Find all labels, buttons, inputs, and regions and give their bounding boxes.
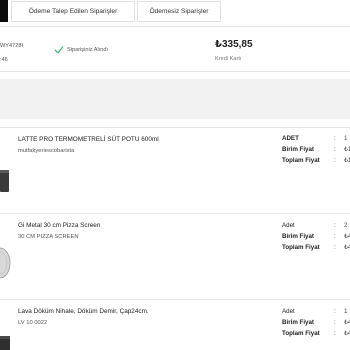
total-price-label: Toplam Fiyat [282, 330, 320, 337]
unit-price-label: Birim Fiyat [282, 319, 314, 326]
unit-price-value: ₺4 [344, 233, 350, 240]
qty-value: 2 [344, 222, 348, 229]
unit-price-label: Birim Fiyat [282, 233, 314, 240]
order-status-text: Siparişiniz Alındı [67, 47, 109, 53]
payment-method: Kredi Kartı [215, 56, 242, 62]
product-name[interactable]: LATTE PRO TERMOMETRELİ SÜT POTU 600ml [18, 136, 159, 143]
product-variant: 30 CM PIZZA SCREEN [18, 234, 79, 240]
total-price-value: ₺4 [344, 330, 350, 337]
order-item: Gi Metal 30 cm Pizza Screen 30 CM PIZZA … [0, 213, 350, 299]
order-tabs: Ödeme Talep Edilen Siparişler Ödemesiz S… [0, 0, 350, 26]
total-price-value: ₺1 [344, 157, 350, 164]
colon: : [334, 319, 336, 326]
tab-payment-requested-orders[interactable]: Ödeme Talep Edilen Siparişler [11, 1, 135, 22]
colon: : [334, 157, 336, 164]
qty-value: 1 [344, 308, 348, 315]
total-price-value: ₺4 [344, 244, 350, 251]
active-tab-stub[interactable] [0, 0, 8, 22]
product-variant: LV 10 0022 [18, 320, 48, 326]
colon: : [334, 135, 336, 142]
unit-price-value: ₺1 [344, 146, 350, 153]
tab-unpaid-label: Ödemesiz Siparişler [149, 8, 209, 15]
product-thumbnail[interactable] [0, 232, 12, 282]
product-thumbnail[interactable] [0, 148, 12, 194]
total-price-label: Toplam Fiyat [282, 244, 320, 251]
colon: : [334, 244, 336, 251]
order-amount: ₺335,85 [215, 39, 253, 50]
colon: : [334, 146, 336, 153]
product-variant: mutfakyeriescobarista [18, 148, 75, 154]
order-item: LATTE PRO TERMOMETRELİ SÜT POTU 600ml mu… [0, 127, 350, 213]
product-name[interactable]: Lava Döküm Nihale, Döküm Demir, Çap24cm. [18, 308, 149, 315]
tab-payment-requested-label: Ödeme Talep Edilen Siparişler [28, 8, 118, 15]
order-number: WY4728I [0, 43, 24, 49]
qty-label: ADET [282, 135, 299, 142]
qty-label: Adet [282, 222, 295, 229]
colon: : [334, 222, 336, 229]
product-name[interactable]: Gi Metal 30 cm Pizza Screen [18, 222, 100, 229]
colon: : [334, 308, 336, 315]
check-icon [54, 46, 64, 54]
order-item: Lava Döküm Nihale, Döküm Demir, Çap24cm.… [0, 299, 350, 350]
colon: : [334, 330, 336, 337]
colon: : [334, 233, 336, 240]
product-thumbnail[interactable] [0, 330, 12, 350]
total-price-label: Toplam Fiyat [282, 157, 320, 164]
qty-label: Adet [282, 308, 295, 315]
unit-price-value: ₺4 [344, 319, 350, 326]
qty-value: 1 [344, 135, 348, 142]
unit-price-label: Birim Fiyat [282, 146, 314, 153]
order-status: Siparişiniz Alındı [54, 45, 108, 55]
order-summary-card: WY4728I :46 Siparişiniz Alındı ₺335,85 K… [0, 26, 350, 72]
section-divider-band [0, 79, 350, 119]
tab-unpaid-orders[interactable]: Ödemesiz Siparişler [137, 1, 221, 22]
order-time: :46 [0, 57, 8, 63]
